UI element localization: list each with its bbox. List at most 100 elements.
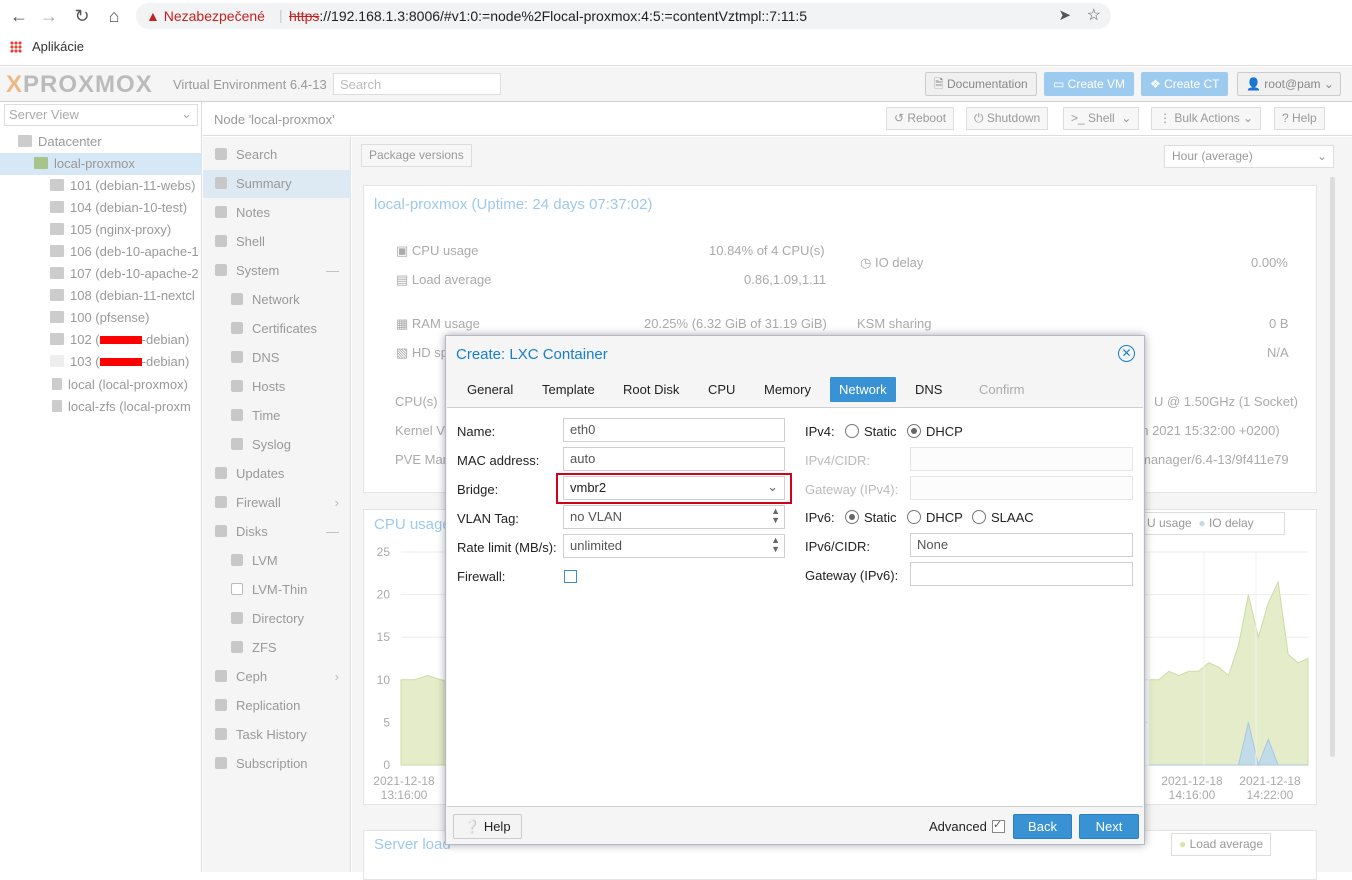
name-input[interactable]: eth0 xyxy=(563,418,785,442)
ipv4-cidr-input[interactable] xyxy=(910,447,1133,471)
menu-notes[interactable]: Notes xyxy=(203,199,351,227)
back-arrow-icon[interactable]: ← xyxy=(8,5,30,27)
help-button[interactable]: ❔ Help xyxy=(453,814,522,839)
ipv4-dhcp-radio[interactable]: DHCP xyxy=(907,424,963,439)
advanced-checkbox[interactable]: ✓ xyxy=(992,819,1005,833)
star-icon[interactable]: ☆ xyxy=(1087,5,1101,25)
tree-vm-102[interactable]: 102 (-debian) xyxy=(0,329,202,351)
ipv6-slaac-radio[interactable]: SLAAC xyxy=(972,510,1034,525)
reload-icon[interactable]: ↻ xyxy=(71,5,93,27)
firewall-checkbox[interactable] xyxy=(564,570,577,583)
menu-firewall[interactable]: Firewall › xyxy=(203,489,351,517)
expand-icon[interactable]: › xyxy=(335,663,339,691)
tree-vm-103[interactable]: 103 (-debian) xyxy=(0,351,202,373)
menu-syslog[interactable]: Syslog xyxy=(203,431,351,459)
spinner-icon[interactable]: ▲ ▼ xyxy=(771,507,780,525)
global-search-input[interactable]: Search xyxy=(333,73,501,95)
menu-network[interactable]: Network xyxy=(203,286,351,314)
not-secure-warning[interactable]: ▲ Nezabezpečené xyxy=(146,7,265,25)
menu-dns[interactable]: DNS xyxy=(203,344,351,372)
menu-ceph[interactable]: Ceph › xyxy=(203,663,351,691)
spinner-icon[interactable]: ▲ ▼ xyxy=(771,536,780,554)
tab-root-disk[interactable]: Root Disk xyxy=(614,377,688,402)
menu-updates[interactable]: Updates xyxy=(203,460,351,488)
menu-shell[interactable]: Shell xyxy=(203,228,351,256)
menu-summary[interactable]: Summary xyxy=(203,170,351,198)
shutdown-button[interactable]: ⏻ Shutdown xyxy=(966,107,1049,130)
tree-ct-101[interactable]: 101 (debian-11-webs) xyxy=(0,175,202,197)
server-load-legend[interactable]: ● Load average xyxy=(1171,833,1271,856)
status-title: local-proxmox (Uptime: 24 days 07:37:02) xyxy=(374,196,653,213)
gateway-ipv6-input[interactable] xyxy=(910,562,1133,586)
radio-icon xyxy=(907,510,921,524)
tab-network[interactable]: Network xyxy=(830,377,896,402)
menu-time[interactable]: Time xyxy=(203,402,351,430)
tree-ct-105[interactable]: 105 (nginx-proxy) xyxy=(0,219,202,241)
menu-search[interactable]: Search xyxy=(203,141,351,169)
expand-icon[interactable]: › xyxy=(335,489,339,517)
view-selector[interactable]: Server View ⌄ xyxy=(4,104,198,126)
menu-hosts[interactable]: Hosts xyxy=(203,373,351,401)
apps-bookmark[interactable]: Aplikácie xyxy=(32,39,84,54)
tab-memory[interactable]: Memory xyxy=(755,377,820,402)
shell-button[interactable]: >_ Shell ⌄ xyxy=(1063,107,1140,130)
tree-datacenter[interactable]: Datacenter xyxy=(0,131,202,153)
tree-node-local-proxmox[interactable]: local-proxmox xyxy=(0,153,202,175)
tab-confirm[interactable]: Confirm xyxy=(970,377,1034,402)
create-vm-button[interactable]: ▭ Create VM xyxy=(1044,72,1135,96)
documentation-button[interactable]: 🗎 Documentation xyxy=(925,72,1037,96)
tree-ct-107[interactable]: 107 (deb-10-apache-2 xyxy=(0,263,202,285)
node-help-button[interactable]: ? Help xyxy=(1274,107,1325,130)
reboot-button[interactable]: ↺ Reboot xyxy=(886,107,955,130)
timeframe-select[interactable]: Hour (average) ⌄ xyxy=(1164,145,1334,168)
ipv6-dhcp-radio[interactable]: DHCP xyxy=(907,510,963,525)
tree-vm-100[interactable]: 100 (pfsense) xyxy=(0,307,202,329)
forward-arrow-icon[interactable]: → xyxy=(38,5,60,27)
tab-dns[interactable]: DNS xyxy=(906,377,951,402)
collapse-icon[interactable]: — xyxy=(326,518,339,546)
menu-certificates[interactable]: Certificates xyxy=(203,315,351,343)
tree-ct-108[interactable]: 108 (debian-11-nextcl xyxy=(0,285,202,307)
name-label: Name: xyxy=(457,424,496,439)
firewall-label: Firewall: xyxy=(457,569,506,584)
tab-general[interactable]: General xyxy=(458,377,522,402)
tab-cpu[interactable]: CPU xyxy=(699,377,744,402)
package-versions-button[interactable]: Package versions xyxy=(361,144,472,167)
url-rest: ://192.168.1.3:8006/#v1:0:=node%2Flocal-… xyxy=(319,8,808,24)
ipv4-static-radio[interactable]: Static xyxy=(845,424,897,439)
ipv6-cidr-input[interactable]: None xyxy=(910,533,1133,557)
send-icon[interactable]: ➤ xyxy=(1058,6,1071,24)
tree-ct-106[interactable]: 106 (deb-10-apache-1 xyxy=(0,241,202,263)
tree-storage-local-zfs[interactable]: local-zfs (local-proxm xyxy=(0,396,202,418)
vlan-tag-input[interactable]: no VLAN ▲ ▼ xyxy=(563,505,785,529)
ram-usage-value: 20.25% (6.32 GiB of 31.19 GiB) xyxy=(644,316,827,331)
menu-subscription[interactable]: Subscription xyxy=(203,750,351,778)
bulk-actions-button[interactable]: ⋮ Bulk Actions ⌄ xyxy=(1151,107,1262,130)
ipv6-static-radio[interactable]: Static xyxy=(845,510,897,525)
rate-limit-input[interactable]: unlimited ▲ ▼ xyxy=(563,534,785,558)
menu-lvm-thin[interactable]: LVM-Thin xyxy=(203,576,351,604)
url-text[interactable]: https://192.168.1.3:8006/#v1:0:=node%2Fl… xyxy=(289,8,807,24)
mac-address-input[interactable]: auto xyxy=(563,447,785,471)
menu-system[interactable]: System — xyxy=(203,257,351,285)
home-icon[interactable]: ⌂ xyxy=(103,5,125,27)
menu-task-history[interactable]: Task History xyxy=(203,721,351,749)
close-icon[interactable]: ✕ xyxy=(1118,345,1135,362)
user-menu-button[interactable]: 👤 root@pam ⌄ xyxy=(1237,72,1341,96)
back-button[interactable]: Back xyxy=(1013,814,1072,839)
tab-template[interactable]: Template xyxy=(533,377,604,402)
address-bar[interactable]: ▲ Nezabezpečené | https://192.168.1.3:80… xyxy=(136,3,1111,29)
gateway-ipv4-input[interactable] xyxy=(910,476,1133,500)
collapse-icon[interactable]: — xyxy=(326,257,339,285)
content-scrollbar[interactable] xyxy=(1330,177,1335,757)
menu-zfs[interactable]: ZFS xyxy=(203,634,351,662)
menu-lvm[interactable]: LVM xyxy=(203,547,351,575)
tree-storage-local[interactable]: local (local-proxmox) xyxy=(0,374,202,396)
menu-disks[interactable]: Disks — xyxy=(203,518,351,546)
menu-directory[interactable]: Directory xyxy=(203,605,351,633)
menu-replication[interactable]: Replication xyxy=(203,692,351,720)
cpus-label: CPU(s) xyxy=(395,394,438,409)
next-button[interactable]: Next xyxy=(1079,814,1139,839)
tree-ct-104[interactable]: 104 (debian-10-test) xyxy=(0,197,202,219)
create-ct-button[interactable]: ❖ Create CT xyxy=(1141,72,1229,96)
